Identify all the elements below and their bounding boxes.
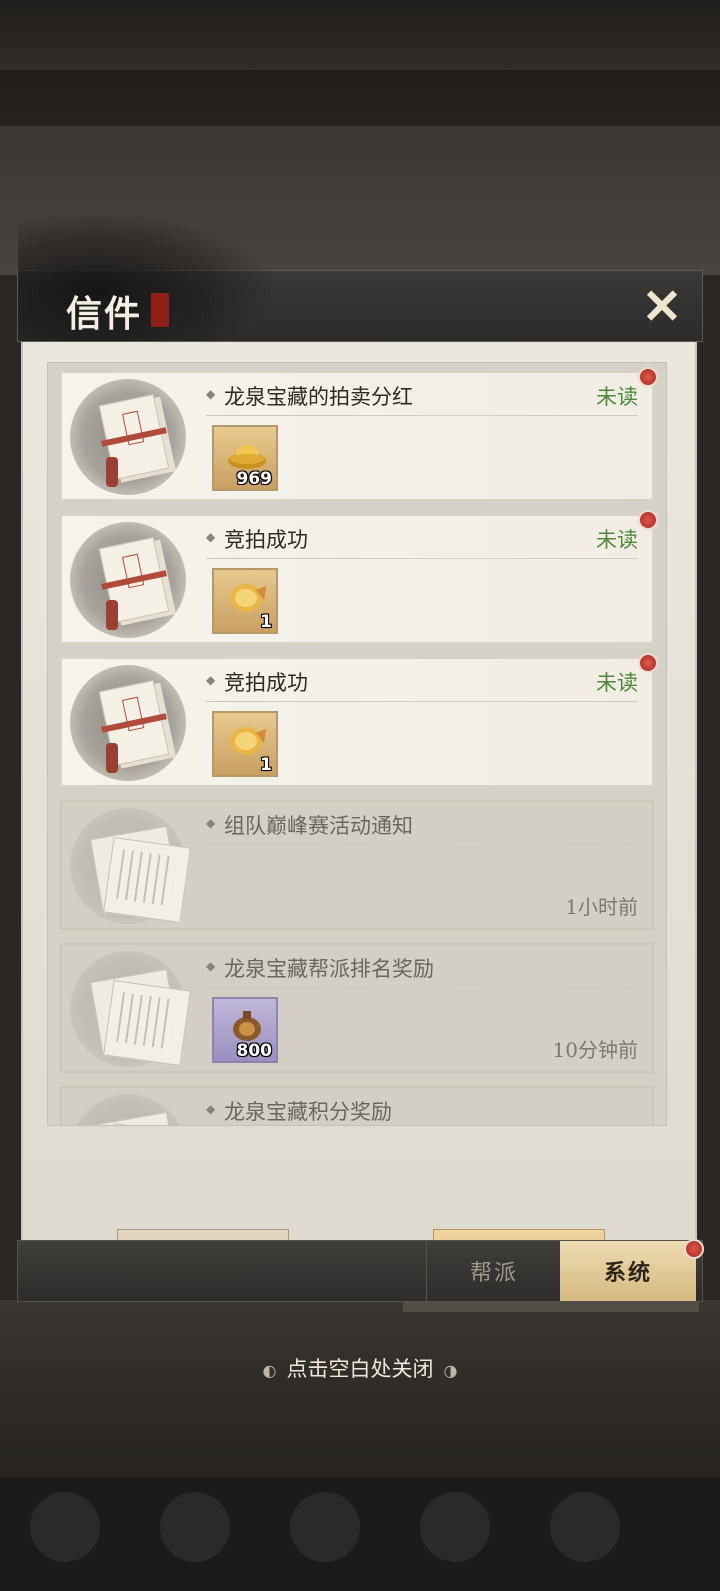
bullet-icon: ◆ xyxy=(206,530,216,544)
mail-status: 未读 xyxy=(596,385,638,409)
nav-icon xyxy=(420,1492,490,1562)
sealed-letter-icon xyxy=(70,522,186,638)
close-hint-text: 点击空白处关闭 xyxy=(286,1357,434,1381)
divider xyxy=(206,701,638,702)
mail-dialog: 信件 ✕ ◆ 龙泉宝藏的拍卖分红 未读 969 ◆ 竞拍成功 未读 1 ◆ 竞拍… xyxy=(17,211,704,1312)
mail-title: 竞拍成功 xyxy=(224,528,308,552)
unread-dot-icon xyxy=(638,653,658,673)
mail-item[interactable]: ◆ 竞拍成功 未读 1 xyxy=(60,510,658,644)
sealed-letter-icon xyxy=(70,379,186,495)
tab-guild[interactable]: 帮派 xyxy=(426,1241,561,1301)
nav-icon xyxy=(160,1492,230,1562)
mail-status: 未读 xyxy=(596,671,638,695)
close-button[interactable]: ✕ xyxy=(636,281,688,333)
mail-timestamp: 1小时前 xyxy=(565,895,638,919)
bullet-icon: ◆ xyxy=(206,1102,216,1116)
bullet-icon: ◆ xyxy=(206,673,216,687)
mail-item[interactable]: ◆ 龙泉宝藏帮派排名奖励 800 10分钟前 xyxy=(60,943,654,1073)
unread-dot-icon xyxy=(638,367,658,387)
gold-token-icon xyxy=(230,727,266,755)
close-hint[interactable]: ◐ 点击空白处关闭 ◑ xyxy=(0,1353,720,1383)
divider xyxy=(206,844,638,845)
mail-title: 组队巅峰赛活动通知 xyxy=(224,814,413,838)
ink-decoration xyxy=(18,211,278,341)
mail-title: 竞拍成功 xyxy=(224,671,308,695)
reward-item[interactable]: 800 xyxy=(212,997,278,1063)
divider xyxy=(206,987,638,988)
dialog-title: 信件 xyxy=(66,293,143,335)
swirl-icon: ◐ xyxy=(262,1361,277,1380)
reward-quantity: 800 xyxy=(236,1041,273,1061)
reward-item[interactable]: 1 xyxy=(212,711,278,777)
divider xyxy=(206,558,638,559)
reward-quantity: 969 xyxy=(236,469,273,489)
reward-quantity: 1 xyxy=(260,755,272,775)
reward-quantity: 1 xyxy=(260,612,272,632)
close-icon: ✕ xyxy=(641,279,683,335)
mail-status: 未读 xyxy=(596,528,638,552)
mail-item[interactable]: ◆ 组队巅峰赛活动通知 1小时前 xyxy=(60,800,654,930)
unread-dot-icon xyxy=(638,510,658,530)
reward-item[interactable]: 1 xyxy=(212,568,278,634)
tab-system[interactable]: 系统 xyxy=(560,1241,696,1301)
mail-item[interactable]: ◆ 龙泉宝藏积分奖励 xyxy=(60,1086,654,1125)
mail-title: 龙泉宝藏帮派排名奖励 xyxy=(224,957,434,981)
dialog-header: 信件 ✕ xyxy=(17,211,703,342)
gold-ingot-icon xyxy=(228,445,266,469)
opened-letter-icon xyxy=(70,808,191,924)
mail-title: 龙泉宝藏的拍卖分红 xyxy=(224,385,413,409)
seal-icon xyxy=(151,293,169,327)
gold-token-icon xyxy=(230,584,266,612)
mail-title: 龙泉宝藏积分奖励 xyxy=(224,1100,392,1124)
opened-letter-icon xyxy=(70,951,191,1067)
bullet-icon: ◆ xyxy=(206,816,216,830)
mail-list[interactable]: ◆ 龙泉宝藏的拍卖分红 未读 969 ◆ 竞拍成功 未读 1 ◆ 竞拍成功 未读… xyxy=(47,362,667,1126)
swirl-icon: ◑ xyxy=(443,1361,458,1380)
coin-pouch-icon xyxy=(233,1011,261,1041)
nav-icon xyxy=(290,1492,360,1562)
divider xyxy=(206,415,638,416)
sealed-letter-icon xyxy=(70,665,186,781)
category-tabs: 帮派 系统 xyxy=(17,1239,704,1302)
nav-icon xyxy=(550,1492,620,1562)
dialog-body: ◆ 龙泉宝藏的拍卖分红 未读 969 ◆ 竞拍成功 未读 1 ◆ 竞拍成功 未读… xyxy=(21,342,699,1312)
notification-dot-icon xyxy=(684,1239,704,1259)
bullet-icon: ◆ xyxy=(206,387,216,401)
bullet-icon: ◆ xyxy=(206,959,216,973)
mail-timestamp: 10分钟前 xyxy=(552,1038,638,1062)
mail-item[interactable]: ◆ 龙泉宝藏的拍卖分红 未读 969 xyxy=(60,367,658,501)
reward-item[interactable]: 969 xyxy=(212,425,278,491)
opened-letter-icon xyxy=(70,1094,191,1125)
background-hud xyxy=(0,70,720,126)
nav-icon xyxy=(30,1492,100,1562)
mail-item[interactable]: ◆ 竞拍成功 未读 1 xyxy=(60,653,658,787)
